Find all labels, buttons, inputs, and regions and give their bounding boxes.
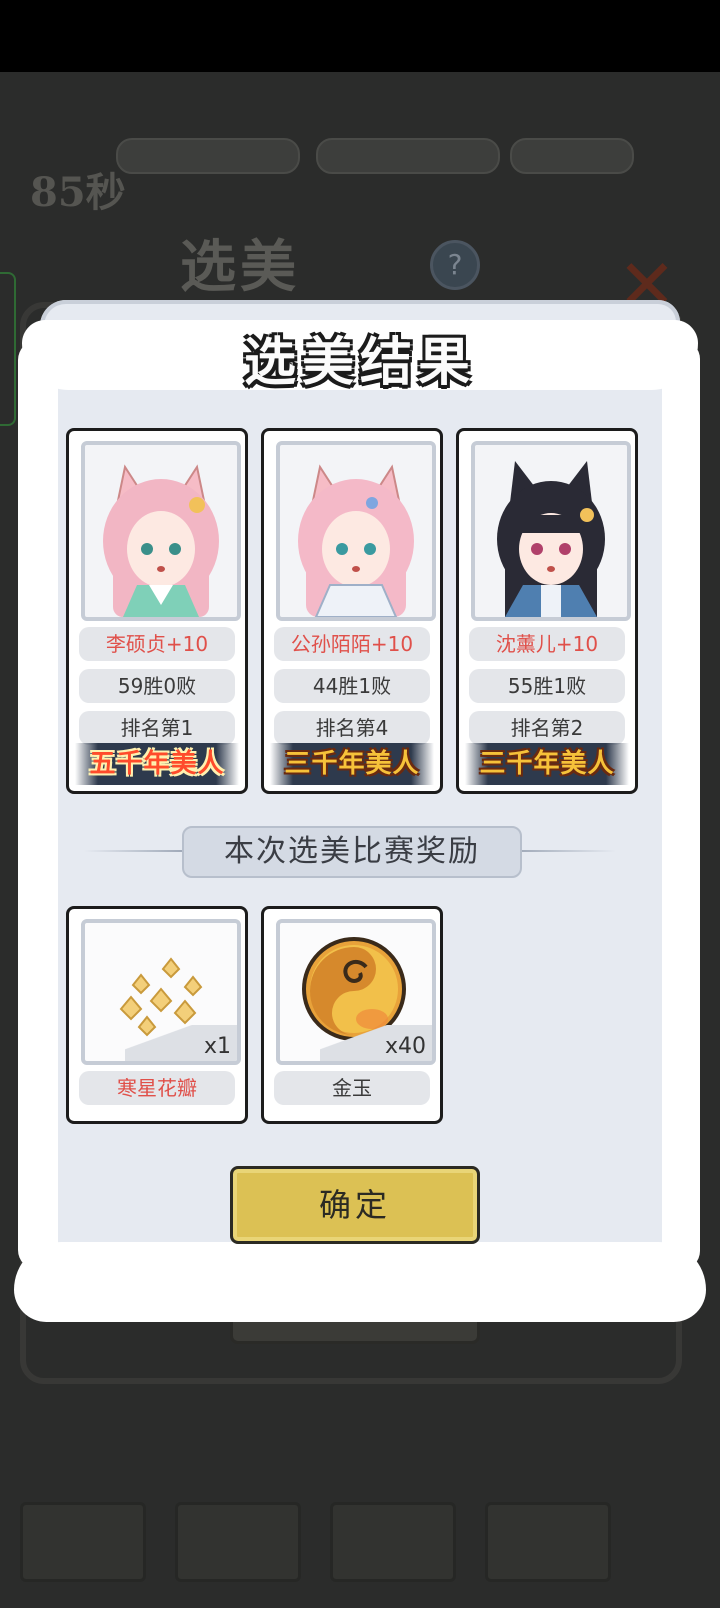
candidate-name: 公孙陌陌+10 <box>274 627 430 661</box>
nav-tab <box>20 1502 146 1582</box>
side-tab <box>0 272 16 426</box>
reward-name: 寒星花瓣 <box>79 1071 235 1105</box>
candidate-card[interactable]: 沈薰儿+10 55胜1败 排名第2 三千年美人 <box>456 428 638 794</box>
reward-icon-frame: x40 <box>276 919 436 1065</box>
candidate-portrait <box>276 441 436 621</box>
resource-bar <box>510 138 634 174</box>
confirm-button[interactable]: 确定 <box>230 1166 480 1244</box>
tier-badge: 三千年美人 <box>465 743 629 785</box>
candidate-rank: 排名第4 <box>274 711 430 745</box>
candidate-name: 李硕贞+10 <box>79 627 235 661</box>
reward-icon-frame: x1 <box>81 919 241 1065</box>
reward-quantity: x1 <box>203 1034 231 1059</box>
tier-badge: 三千年美人 <box>270 743 434 785</box>
tier-badge: 五千年美人 <box>75 743 239 785</box>
fur-border <box>662 340 700 1270</box>
nav-tab <box>175 1502 301 1582</box>
reward-item[interactable]: x40 金玉 <box>261 906 443 1124</box>
countdown-timer: 85秒 <box>30 169 126 216</box>
candidate-portrait <box>471 441 631 621</box>
candidate-rank: 排名第1 <box>79 711 235 745</box>
fur-border <box>14 1242 706 1322</box>
candidate-portrait <box>81 441 241 621</box>
nav-tab <box>485 1502 611 1582</box>
candidate-record: 55胜1败 <box>469 669 625 703</box>
cat-girl-portrait-icon <box>497 461 605 617</box>
status-bar <box>0 0 720 72</box>
result-dialog: 选美结果 李硕贞+10 59胜0败 排名第1 五千年美人 公孙陌陌+10 44胜… <box>14 300 706 1322</box>
reward-section-title: 本次选美比赛奖励 <box>182 826 522 878</box>
dialog-title: 选美结果 <box>243 332 476 393</box>
help-icon: ? <box>430 240 480 290</box>
nav-tab <box>330 1502 456 1582</box>
candidate-rank: 排名第2 <box>469 711 625 745</box>
candidate-record: 59胜0败 <box>79 669 235 703</box>
game-screen: 85秒 选美 ? ✕ 参加 选美结果 <box>0 0 720 1608</box>
candidate-card[interactable]: 公孙陌陌+10 44胜1败 排名第4 三千年美人 <box>261 428 443 794</box>
fox-girl-portrait-icon <box>103 464 219 617</box>
reward-name: 金玉 <box>274 1071 430 1105</box>
candidate-name: 沈薰儿+10 <box>469 627 625 661</box>
resource-bar <box>316 138 500 174</box>
reward-quantity: x40 <box>384 1034 426 1059</box>
fur-border <box>18 340 58 1270</box>
candidate-card[interactable]: 李硕贞+10 59胜0败 排名第1 五千年美人 <box>66 428 248 794</box>
reward-item[interactable]: x1 寒星花瓣 <box>66 906 248 1124</box>
resource-bar <box>116 138 300 174</box>
background-title: 选美 <box>180 234 300 300</box>
candidate-record: 44胜1败 <box>274 669 430 703</box>
fox-girl-portrait-icon <box>298 464 414 617</box>
